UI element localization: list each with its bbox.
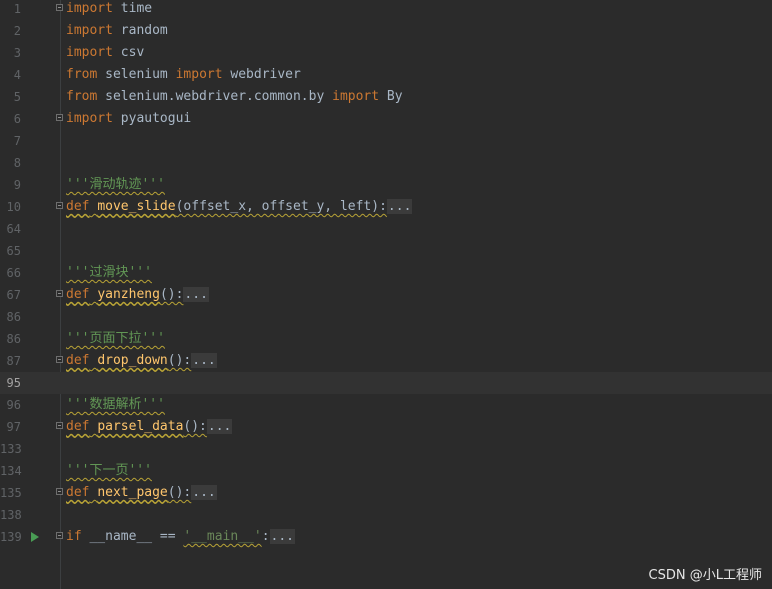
line-number: 87	[6, 354, 21, 368]
code-text: def drop_down():...	[66, 353, 217, 368]
code-line[interactable]: 135 def next_page():...	[0, 482, 772, 504]
fold-icon[interactable]	[56, 114, 63, 121]
folded-code-placeholder[interactable]: ...	[206, 419, 233, 434]
code-line[interactable]: 10 def move_slide(offset_x, offset_y, le…	[0, 196, 772, 218]
line-number: 3	[13, 46, 21, 60]
code-text: from selenium.webdriver.common.by import…	[66, 89, 403, 104]
code-line[interactable]: 87 def drop_down():...	[0, 350, 772, 372]
code-line[interactable]: 7	[0, 130, 772, 152]
folded-code-placeholder[interactable]: ...	[386, 199, 413, 214]
line-number: 4	[13, 68, 21, 82]
line-number: 6	[13, 112, 21, 126]
line-number: 67	[6, 288, 21, 302]
line-number: 2	[13, 24, 21, 38]
code-text: def parsel_data():...	[66, 419, 233, 434]
current-code-line[interactable]: 95	[0, 372, 772, 394]
code-line[interactable]: 138	[0, 504, 772, 526]
line-number: 65	[6, 244, 21, 258]
folded-code-placeholder[interactable]: ...	[183, 287, 209, 302]
code-line[interactable]: 86	[0, 306, 772, 328]
line-number: 133	[0, 442, 22, 456]
code-line[interactable]: 134 '''下一页'''	[0, 460, 772, 482]
code-text: import random	[66, 23, 168, 38]
code-line[interactable]: 5 from selenium.webdriver.common.by impo…	[0, 86, 772, 108]
code-line[interactable]: 139 if __name__ == '__main__':...	[0, 526, 772, 548]
code-line[interactable]: 64	[0, 218, 772, 240]
line-number: 86	[6, 332, 21, 346]
line-number: 8	[13, 156, 21, 170]
line-number: 134	[0, 464, 22, 478]
line-number: 66	[6, 266, 21, 280]
watermark: CSDN @小L工程师	[648, 568, 762, 583]
code-editor[interactable]: 1 import time 2 import random 3 import c…	[0, 0, 772, 589]
code-text: def next_page():...	[66, 485, 217, 500]
line-number: 95	[6, 376, 21, 390]
line-number: 5	[13, 90, 21, 104]
line-number: 135	[0, 486, 22, 500]
code-line[interactable]: 65	[0, 240, 772, 262]
code-line[interactable]: 66 '''过滑块'''	[0, 262, 772, 284]
line-number: 139	[0, 530, 22, 544]
docstring: '''滑动轨迹'''	[66, 177, 165, 192]
code-text: def move_slide(offset_x, offset_y, left)…	[66, 199, 413, 214]
docstring: '''过滑块'''	[66, 265, 152, 280]
code-line[interactable]: 3 import csv	[0, 42, 772, 64]
code-text: import time	[66, 1, 153, 16]
line-number: 86	[6, 310, 21, 324]
fold-icon[interactable]	[56, 4, 63, 11]
line-number: 96	[6, 398, 21, 412]
code-text: import csv	[66, 45, 145, 60]
docstring: '''数据解析'''	[66, 397, 165, 412]
code-line[interactable]: 133	[0, 438, 772, 460]
fold-icon[interactable]	[56, 488, 63, 495]
code-line[interactable]: 4 from selenium import webdriver	[0, 64, 772, 86]
code-line[interactable]: 86 '''页面下拉'''	[0, 328, 772, 350]
folded-code-placeholder[interactable]: ...	[191, 485, 217, 500]
code-line[interactable]: 96 '''数据解析'''	[0, 394, 772, 416]
docstring: '''页面下拉'''	[66, 331, 165, 346]
fold-icon[interactable]	[56, 202, 63, 209]
folded-code-placeholder[interactable]: ...	[191, 353, 217, 368]
line-number: 64	[6, 222, 21, 236]
code-line[interactable]: 6 import pyautogui	[0, 108, 772, 130]
line-number: 10	[6, 200, 21, 214]
fold-icon[interactable]	[56, 290, 63, 297]
line-number: 138	[0, 508, 22, 522]
code-line[interactable]: 9 '''滑动轨迹'''	[0, 174, 772, 196]
line-number: 97	[6, 420, 21, 434]
code-line[interactable]: 2 import random	[0, 20, 772, 42]
code-text: from selenium import webdriver	[66, 67, 301, 82]
line-number: 9	[13, 178, 21, 192]
fold-icon[interactable]	[56, 422, 63, 429]
code-line[interactable]: 97 def parsel_data():...	[0, 416, 772, 438]
line-number: 7	[13, 134, 21, 148]
code-text: def yanzheng():...	[66, 287, 209, 302]
code-text: import pyautogui	[66, 111, 192, 126]
fold-icon[interactable]	[56, 532, 63, 539]
folded-code-placeholder[interactable]: ...	[269, 529, 295, 544]
code-line[interactable]: 8	[0, 152, 772, 174]
code-line[interactable]: 67 def yanzheng():...	[0, 284, 772, 306]
code-line[interactable]: 1 import time	[0, 0, 772, 20]
run-icon[interactable]	[31, 532, 39, 542]
docstring: '''下一页'''	[66, 463, 152, 478]
code-text: if __name__ == '__main__':...	[66, 529, 295, 544]
line-number: 1	[13, 2, 21, 16]
fold-icon[interactable]	[56, 356, 63, 363]
